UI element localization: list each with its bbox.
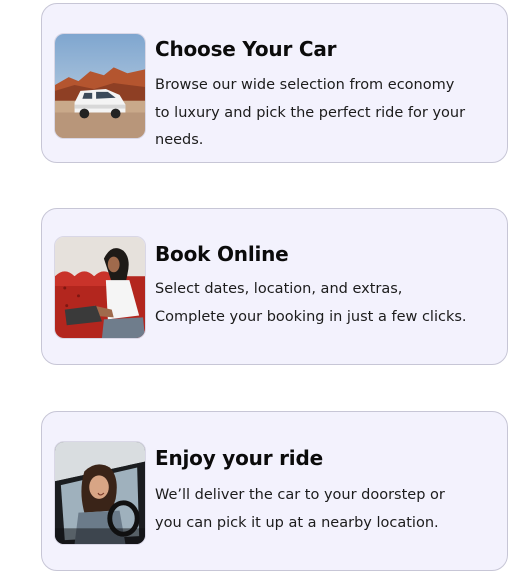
suv-desert-photo-icon xyxy=(54,33,146,139)
step-card-enjoy-ride: Enjoy your ride We’ll deliver the car to… xyxy=(41,411,508,571)
step-title: Enjoy your ride xyxy=(155,446,323,470)
step-description-line: Browse our wide selection from economy xyxy=(155,77,455,93)
step-description: Browse our wide selection from economy t… xyxy=(155,72,500,155)
step-description-line: needs. xyxy=(155,132,204,148)
woman-laptop-photo-icon xyxy=(54,236,146,339)
step-card-book-online: Book Online Select dates, location, and … xyxy=(41,208,508,365)
step-title: Book Online xyxy=(155,242,289,266)
woman-driving-photo-icon xyxy=(54,441,146,545)
step-card-choose-car: Choose Your Car Browse our wide selectio… xyxy=(41,3,508,163)
step-description-line: to luxury and pick the perfect ride for … xyxy=(155,104,466,121)
step-description-line: Select dates, location, and extras, xyxy=(155,281,403,297)
step-description: Select dates, location, and extras, Comp… xyxy=(155,276,500,331)
step-description-line: you can pick it up at a nearby location. xyxy=(155,514,439,531)
step-description-line: Complete your booking in just a few clic… xyxy=(155,308,467,325)
step-description: We’ll deliver the car to your doorstep o… xyxy=(155,482,500,537)
step-description-line: We’ll deliver the car to your doorstep o… xyxy=(155,487,445,503)
step-title: Choose Your Car xyxy=(155,37,337,61)
